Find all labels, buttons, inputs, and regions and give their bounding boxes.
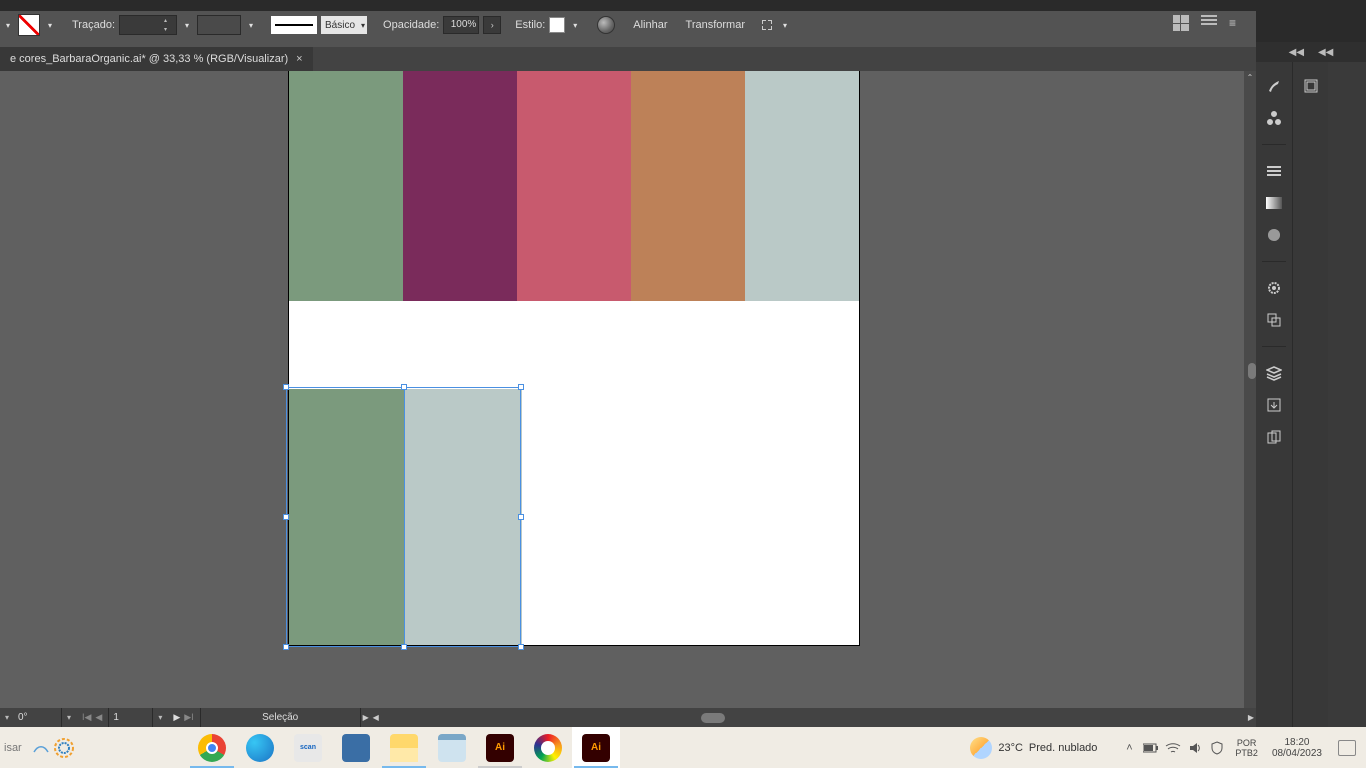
hscroll-left2-icon[interactable]: ◀ bbox=[371, 713, 381, 722]
swatch-6[interactable] bbox=[289, 389, 405, 645]
opacity-menu[interactable]: › bbox=[483, 16, 501, 34]
taskbar-app-explorer[interactable] bbox=[380, 727, 428, 768]
hscroll-thumb[interactable] bbox=[701, 713, 725, 723]
next-artboard-icon[interactable]: ▶ bbox=[171, 712, 182, 723]
swatch-7[interactable] bbox=[405, 389, 522, 645]
document-tab-strip: e cores_BarbaraOrganic.ai* @ 33,33 % (RG… bbox=[0, 47, 1256, 71]
last-artboard-icon[interactable]: ▶I bbox=[182, 712, 195, 723]
taskbar-app-chrome[interactable] bbox=[188, 727, 236, 768]
artboard-nav: I◀ ◀ bbox=[76, 708, 109, 727]
hscroll-right-icon[interactable]: ▶ bbox=[1246, 713, 1256, 722]
prev-artboard-icon[interactable]: ◀ bbox=[93, 712, 104, 723]
stroke-weight-menu[interactable]: ▾ bbox=[181, 16, 193, 34]
transparency-panel-icon[interactable] bbox=[1264, 225, 1284, 245]
taskbar-app-creative-cloud[interactable] bbox=[524, 727, 572, 768]
weather-desc[interactable]: Pred. nublado bbox=[1029, 742, 1098, 754]
tray-battery-icon[interactable] bbox=[1143, 740, 1159, 756]
swatch-3[interactable] bbox=[517, 71, 631, 301]
horizontal-scrollbar[interactable] bbox=[383, 712, 1244, 724]
swatch-4[interactable] bbox=[631, 71, 745, 301]
vscroll-thumb[interactable] bbox=[1248, 363, 1256, 379]
tray-volume-icon[interactable] bbox=[1187, 740, 1203, 756]
opacity-label: Opacidade: bbox=[383, 19, 439, 31]
hscroll-left-icon[interactable]: ▶ bbox=[361, 713, 371, 722]
gradient-panel-icon[interactable] bbox=[1264, 193, 1284, 213]
windows-taskbar: isar scan Ai Ai 23°C Pred. nublado ˄ POR… bbox=[0, 727, 1366, 768]
panel-dock: ◀◀ ◀◀ bbox=[1256, 0, 1366, 727]
status-bar: ▾ 0° ▾ I◀ ◀ 1 ▾ ▶ ▶I Seleção ▶ ◀ ▶ bbox=[0, 708, 1256, 727]
scroll-up-icon[interactable]: ⌃ bbox=[1244, 71, 1256, 83]
taskbar-app-notes[interactable] bbox=[428, 727, 476, 768]
tray-wifi-icon[interactable] bbox=[1165, 740, 1181, 756]
tray-notifications-icon[interactable] bbox=[1338, 740, 1356, 756]
opacity-value[interactable]: 100% bbox=[443, 16, 479, 34]
fill-dropdown[interactable]: ▾ bbox=[2, 16, 14, 34]
panel-menu-icon[interactable]: ≡ bbox=[1229, 16, 1236, 30]
transform-button[interactable]: Transformar bbox=[686, 19, 746, 31]
stroke-panel-icon[interactable] bbox=[1264, 161, 1284, 181]
vertical-scrollbar[interactable]: ⌃ bbox=[1244, 71, 1256, 708]
recolor-icon[interactable] bbox=[597, 16, 615, 34]
weather-icon[interactable] bbox=[970, 737, 992, 759]
arrange-documents-icon[interactable] bbox=[1173, 15, 1189, 31]
zoom-dropdown[interactable]: ▾ bbox=[0, 713, 14, 722]
collapse-panels-icon[interactable]: ◀◀ ◀◀ bbox=[1256, 42, 1366, 62]
symbols-panel-icon[interactable] bbox=[1264, 108, 1284, 128]
profile-label: Básico bbox=[325, 20, 355, 31]
rotate-view-input[interactable]: 0° bbox=[14, 708, 62, 727]
asset-export-panel-icon[interactable] bbox=[1264, 395, 1284, 415]
taskbar-app-illustrator-active[interactable]: Ai bbox=[572, 727, 620, 768]
properties-toggle-icon[interactable] bbox=[1201, 15, 1217, 31]
fill-menu[interactable]: ▾ bbox=[44, 16, 56, 34]
swatch-1[interactable] bbox=[289, 71, 403, 301]
artboard[interactable] bbox=[289, 71, 859, 645]
rotate-dropdown[interactable]: ▾ bbox=[62, 713, 76, 722]
close-tab-icon[interactable]: × bbox=[296, 53, 302, 65]
tool-hint: Seleção bbox=[201, 708, 361, 727]
swatch-5[interactable] bbox=[745, 71, 859, 301]
profile-dropdown[interactable]: Básico bbox=[321, 16, 367, 34]
style-menu[interactable]: ▾ bbox=[569, 16, 581, 34]
stroke-label: Traçado: bbox=[72, 19, 115, 31]
tray-clock[interactable]: 18:20 08/04/2023 bbox=[1268, 737, 1326, 759]
artboard-nav: ▶ ▶I bbox=[167, 708, 200, 727]
canvas-area[interactable] bbox=[0, 71, 1256, 708]
document-tab-title: e cores_BarbaraOrganic.ai* @ 33,33 % (RG… bbox=[10, 53, 288, 65]
swatch-2[interactable] bbox=[403, 71, 517, 301]
artboard-number[interactable]: 1 bbox=[109, 708, 153, 727]
stroke-weight-input[interactable]: ▴▾ bbox=[119, 15, 177, 35]
align-button[interactable]: Alinhar bbox=[633, 19, 667, 31]
tray-language[interactable]: POR PTB2 bbox=[1231, 738, 1262, 758]
artboards-panel-icon[interactable] bbox=[1264, 427, 1284, 447]
taskbar-app-edge[interactable] bbox=[236, 727, 284, 768]
snap-menu[interactable]: ▾ bbox=[779, 16, 791, 34]
stroke-swatch[interactable] bbox=[197, 15, 241, 35]
stroke-swatch-menu[interactable]: ▾ bbox=[245, 16, 257, 34]
transform-panel-icon[interactable] bbox=[1264, 310, 1284, 330]
document-tab[interactable]: e cores_BarbaraOrganic.ai* @ 33,33 % (RG… bbox=[0, 47, 313, 71]
layers-panel-icon[interactable] bbox=[1264, 363, 1284, 383]
style-label: Estilo: bbox=[515, 19, 545, 31]
tray-chevron-icon[interactable]: ˄ bbox=[1121, 740, 1137, 756]
snap-pixel-icon[interactable] bbox=[759, 17, 775, 33]
first-artboard-icon[interactable]: I◀ bbox=[80, 712, 93, 723]
options-bar: ▾ ▾ Traçado: ▴▾ ▾ ▾ Básico Opacidade: 10… bbox=[0, 11, 1256, 39]
taskbar-app-scanner[interactable]: scan bbox=[284, 727, 332, 768]
artboard-dropdown[interactable]: ▾ bbox=[153, 713, 167, 722]
profile-preview bbox=[271, 16, 317, 34]
tray-security-icon[interactable] bbox=[1209, 740, 1225, 756]
libraries-panel-icon[interactable] bbox=[1301, 76, 1321, 96]
brushes-panel-icon[interactable] bbox=[1264, 76, 1284, 96]
appearance-panel-icon[interactable] bbox=[1264, 278, 1284, 298]
taskbar-search[interactable]: isar bbox=[0, 733, 28, 763]
style-swatch[interactable] bbox=[549, 17, 565, 33]
cortana-widget[interactable] bbox=[28, 733, 88, 763]
taskbar-app-calculator[interactable] bbox=[332, 727, 380, 768]
no-fill-swatch[interactable] bbox=[18, 14, 40, 36]
taskbar-app-illustrator-1[interactable]: Ai bbox=[476, 727, 524, 768]
weather-temp[interactable]: 23°C bbox=[998, 742, 1023, 754]
